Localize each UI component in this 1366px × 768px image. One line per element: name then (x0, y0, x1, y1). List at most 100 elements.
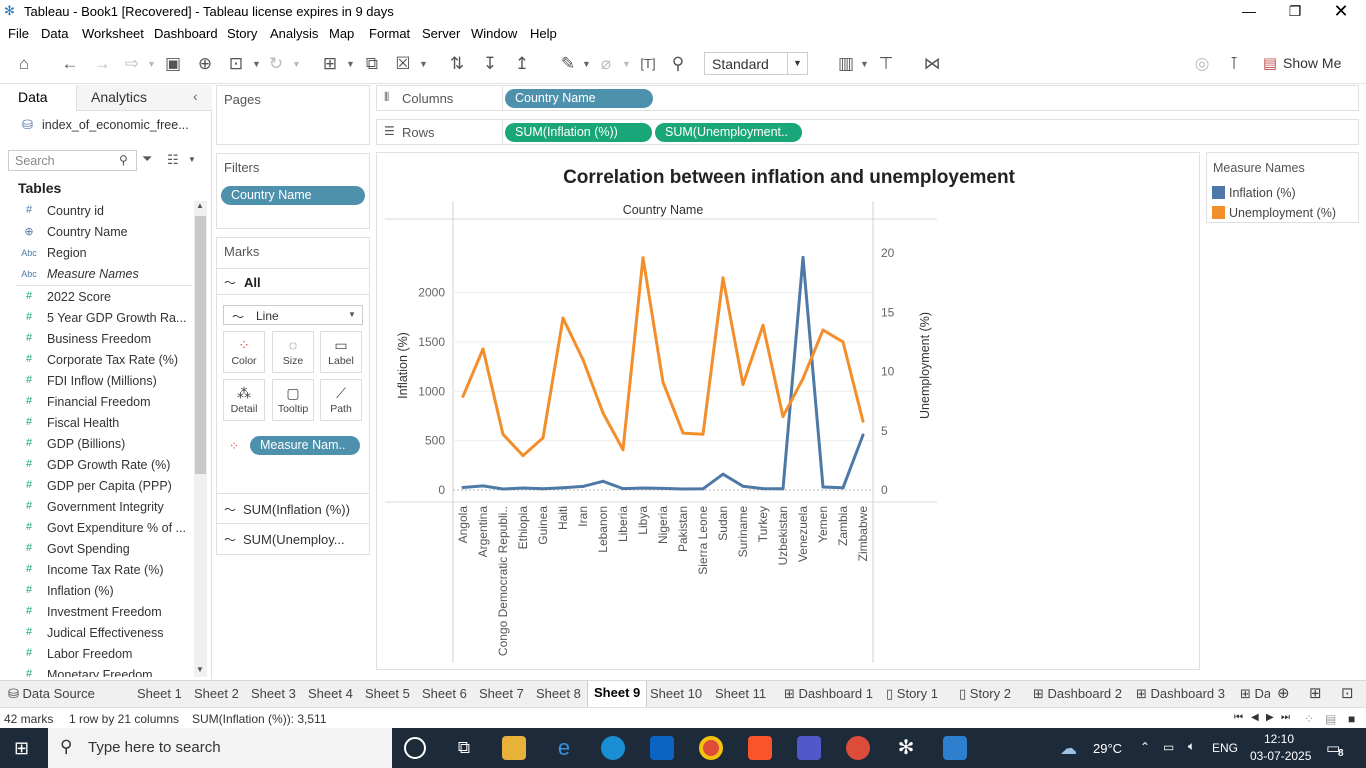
field-item[interactable]: # GDP Growth Rate (%) (0, 455, 192, 476)
clear-sheet-icon[interactable]: ☒ (391, 52, 415, 76)
scrollbar-thumb[interactable] (195, 216, 206, 474)
menu-story[interactable]: Story (227, 26, 257, 41)
clock-date[interactable]: 03-07-2025 (1250, 749, 1311, 763)
show-me-icon[interactable]: ▤ (1258, 52, 1282, 76)
field-item[interactable]: # Govt Spending (0, 539, 192, 560)
tab-dashboard-4[interactable]: ⊞ Da (1240, 686, 1270, 702)
show-me-button[interactable]: Show Me (1283, 55, 1341, 71)
tab-sheet-8[interactable]: Sheet 8 (536, 686, 581, 701)
undo-icon[interactable]: ← (58, 52, 82, 76)
filter-pill-country-name[interactable]: Country Name (221, 186, 365, 205)
minimize-icon[interactable]: — (1226, 0, 1272, 23)
field-item[interactable]: # Fiscal Health (0, 413, 192, 434)
field-item[interactable]: # Business Freedom (0, 329, 192, 350)
rows-shelf[interactable]: ☰ Rows SUM(Inflation (%)) SUM(Unemployme… (376, 119, 1359, 145)
pin-icon[interactable]: ⚲ (666, 52, 690, 76)
tab-sheet-1[interactable]: Sheet 1 (137, 686, 182, 701)
detail-button[interactable]: ⁂ Detail (223, 379, 265, 421)
field-item[interactable]: Abc Region (0, 243, 192, 264)
tab-sheet-10[interactable]: Sheet 10 (650, 686, 702, 701)
taskbar-search[interactable]: ⚲ Type here to search (48, 728, 392, 768)
save-icon[interactable]: ▣ (161, 52, 185, 76)
field-item[interactable]: # GDP (Billions) (0, 434, 192, 455)
chevron-up-icon[interactable]: ▲ (196, 201, 204, 210)
tab-data[interactable]: Data (0, 85, 76, 111)
mark-type-dropdown[interactable]: 〜 Line ▼ (223, 305, 363, 325)
measure-names-color-pill[interactable]: Measure Nam.. (250, 436, 360, 455)
sort-descending-icon[interactable]: ↥ (510, 52, 534, 76)
presentation-mode-icon[interactable]: ⊤ (874, 52, 898, 76)
first-sheet-icon[interactable]: ⏮ (1234, 712, 1243, 723)
brave-icon[interactable] (748, 736, 772, 760)
chevron-up-icon[interactable]: ⌃ (1140, 740, 1150, 754)
marks-inflation-row[interactable]: 〜 SUM(Inflation (%)) (217, 493, 369, 523)
field-item[interactable]: # Financial Freedom (0, 392, 192, 413)
filters-card[interactable]: Filters Country Name (216, 153, 370, 229)
chevron-down-icon[interactable]: ▼ (196, 665, 204, 674)
color-legend[interactable]: Measure Names Inflation (%) Unemployment… (1206, 152, 1359, 223)
chevron-down-icon[interactable]: ▼ (252, 52, 262, 76)
field-item[interactable]: # Country id (0, 201, 192, 222)
legend-item-unemployment[interactable]: Unemployment (%) (1229, 206, 1336, 220)
tab-sheet-6[interactable]: Sheet 6 (422, 686, 467, 701)
redo-icon[interactable]: → (90, 52, 114, 76)
new-story-icon[interactable]: ⊡ (1341, 684, 1354, 702)
format-painter-icon[interactable]: ⊺ (1222, 52, 1246, 76)
field-item[interactable]: # Govt Expenditure % of ... (0, 518, 192, 539)
pages-card[interactable]: Pages (216, 85, 370, 145)
highlight-icon[interactable]: ✎ (556, 52, 580, 76)
chevron-down-icon[interactable]: ▼ (147, 52, 157, 76)
chrome-profile-icon[interactable] (846, 736, 870, 760)
edge-icon[interactable] (601, 736, 625, 760)
scrollbar[interactable]: ▲ ▼ (194, 201, 207, 677)
columns-shelf[interactable]: ⦀ Columns Country Name (376, 85, 1359, 111)
color-button[interactable]: ⁘ Color (223, 331, 265, 373)
view-options-icon[interactable]: ☷ (167, 152, 179, 168)
tooltip-button[interactable]: ▢ Tooltip (272, 379, 314, 421)
datasource-name[interactable]: index_of_economic_free... (42, 118, 189, 132)
chrome-icon[interactable] (699, 736, 723, 760)
tab-sheet-3[interactable]: Sheet 3 (251, 686, 296, 701)
tab-sheet-11[interactable]: Sheet 11 (715, 686, 766, 701)
refresh-icon[interactable]: ↻ (264, 52, 288, 76)
field-item[interactable]: #5 Year GDP Growth Ra... (0, 308, 192, 329)
menu-window[interactable]: Window (471, 26, 517, 41)
swap-icon[interactable]: ⇅ (445, 52, 469, 76)
windows-start-icon[interactable]: ⊞ (14, 738, 29, 759)
file-explorer-icon[interactable] (502, 736, 526, 760)
label-icon[interactable]: [T] (636, 52, 660, 76)
volume-icon[interactable]: 🔈︎ (1188, 739, 1195, 754)
filter-icon[interactable]: ⏷ (142, 151, 152, 167)
marks-all-row[interactable]: 〜 All (217, 268, 369, 295)
chevron-down-icon[interactable]: ▼ (860, 52, 870, 76)
chevron-down-icon[interactable]: ▼ (292, 52, 302, 76)
tab-sheet-7[interactable]: Sheet 7 (479, 686, 524, 701)
field-item[interactable]: # Monetary Freedom (0, 665, 192, 677)
chevron-down-icon[interactable]: ▼ (582, 52, 592, 76)
duplicate-icon[interactable]: ⧉ (360, 52, 384, 76)
close-icon[interactable]: ✕ (1318, 0, 1364, 23)
clock-time[interactable]: 12:10 (1264, 732, 1294, 746)
rows-pill-inflation[interactable]: SUM(Inflation (%)) (505, 123, 652, 142)
field-item[interactable]: # Government Integrity (0, 497, 192, 518)
legend-item-inflation[interactable]: Inflation (%) (1229, 186, 1296, 200)
tab-story-2[interactable]: ▯ Story 2 (959, 686, 1011, 702)
replay-icon[interactable]: ⇨ (120, 52, 144, 76)
menu-map[interactable]: Map (329, 26, 354, 41)
tab-analytics[interactable]: Analytics ‹ (76, 85, 212, 111)
field-item[interactable]: # GDP per Capita (PPP) (0, 476, 192, 497)
field-item[interactable]: # Inflation (%) (0, 581, 192, 602)
tab-sheet-5[interactable]: Sheet 5 (365, 686, 410, 701)
search-input[interactable]: Search ⚲ (8, 150, 137, 171)
home-icon[interactable]: ⌂ (12, 52, 36, 76)
share-icon[interactable]: ⋈ (920, 52, 944, 76)
cortana-icon[interactable] (404, 737, 426, 759)
tab-sheet-2[interactable]: Sheet 2 (194, 686, 239, 701)
menu-help[interactable]: Help (530, 26, 557, 41)
filmstrip-icon[interactable]: ▤ (1325, 712, 1336, 726)
worksheet-view[interactable]: Correlation between inflation and unempl… (376, 152, 1200, 670)
pause-updates-icon[interactable]: ⊡ (224, 52, 248, 76)
tabs-view-icon[interactable]: ■ (1348, 712, 1355, 726)
weather-icon[interactable]: ☁ (1060, 739, 1077, 759)
internet-explorer-icon[interactable]: e (552, 736, 576, 760)
